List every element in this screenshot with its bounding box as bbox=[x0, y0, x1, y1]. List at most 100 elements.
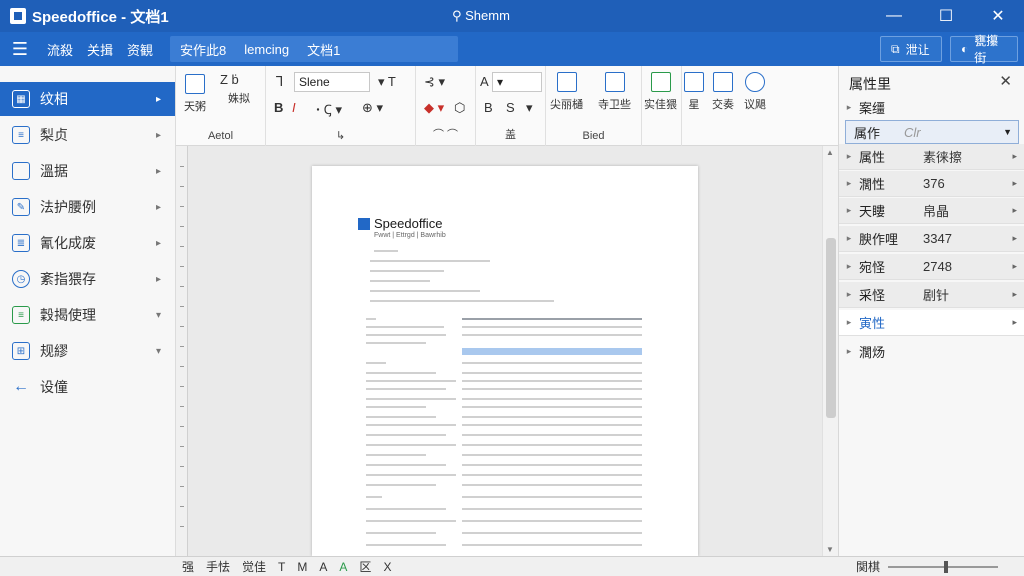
title-bar: Speedoffice - 文档1 ⚲ Shemm — ☐ ✕ bbox=[0, 0, 1024, 32]
status-item[interactable]: X bbox=[383, 560, 391, 574]
insert-page-button[interactable]: 寺卫些 bbox=[598, 72, 631, 112]
maximize-button[interactable]: ☐ bbox=[920, 0, 972, 32]
view-button-3[interactable]: 议飓 bbox=[744, 72, 766, 112]
sidebar-item-1[interactable]: ≡ 梨贞 ▸ bbox=[0, 118, 175, 152]
sidebar-item-label: 法护腰例 bbox=[40, 199, 96, 215]
hamburger-menu-icon[interactable]: ☰ bbox=[0, 32, 40, 66]
sheet-icon: ≡ bbox=[12, 306, 30, 324]
chevron-right-icon: ▸ bbox=[1012, 289, 1017, 299]
view-icon bbox=[684, 72, 704, 92]
view-button-1[interactable]: 星 bbox=[684, 72, 704, 112]
panel-close-icon[interactable]: ✕ bbox=[999, 72, 1012, 90]
doc-tab[interactable]: lemcing bbox=[244, 42, 289, 57]
document-page[interactable]: Speedoffice Fwwt | Ettrgd | Bawrhib bbox=[312, 166, 698, 556]
zoom-slider-track[interactable] bbox=[888, 566, 998, 568]
panel-row-3[interactable]: ▸ 天瞜 帛晶 ▸ bbox=[839, 198, 1024, 224]
sidebar-item-8[interactable]: ← 设僮 bbox=[0, 370, 175, 404]
status-item[interactable]: A bbox=[339, 560, 347, 574]
chevron-right-icon: ▸ bbox=[1012, 205, 1017, 215]
format-z-button[interactable]: Z ḃ bbox=[220, 72, 239, 87]
status-item[interactable]: A bbox=[319, 560, 327, 574]
panel-select[interactable]: 属作 Clr ▼ bbox=[845, 120, 1019, 144]
doc-tab[interactable]: 文档1 bbox=[307, 40, 340, 59]
menu-item[interactable]: 关揖 bbox=[80, 40, 120, 59]
sidebar-item-3[interactable]: ✎ 法护腰例 ▸ bbox=[0, 190, 175, 224]
panel-row-1[interactable]: ▸ 属性 素徕擦 ▸ bbox=[839, 144, 1024, 170]
panel-row-2[interactable]: ▸ 濶性 376 ▸ bbox=[839, 171, 1024, 197]
zoom-label: 関棋 bbox=[856, 560, 881, 574]
font-name-select[interactable]: Slene bbox=[294, 72, 370, 92]
panel-row-6[interactable]: ▸ 采怪 剧针 ▸ bbox=[839, 282, 1024, 308]
sidebar-item-5[interactable]: ◷ 紊指猥存 ▸ bbox=[0, 262, 175, 296]
chevron-right-icon: ▸ bbox=[1012, 178, 1017, 188]
fill-button[interactable]: ◆ ▾ bbox=[424, 100, 444, 116]
status-item[interactable]: 强 bbox=[182, 558, 194, 575]
panel-row-0[interactable]: ▸ 案缰 bbox=[839, 94, 1024, 120]
font-size-dropdown[interactable]: ▾ T bbox=[378, 74, 396, 90]
doc-logo-icon bbox=[358, 217, 370, 230]
status-item[interactable]: M bbox=[297, 560, 307, 574]
panel-row-5[interactable]: ▸ 宛怪 2748 ▸ bbox=[839, 254, 1024, 280]
ribbon-group-label: Aetol bbox=[207, 130, 234, 142]
style-select[interactable]: ▾ bbox=[492, 72, 542, 92]
close-button[interactable]: ✕ bbox=[972, 0, 1024, 32]
document-tabs: 安作此8 lemcing 文档1 bbox=[170, 36, 459, 62]
sidebar-item-label: 穀揭使理 bbox=[40, 307, 96, 323]
sidebar-item-0[interactable]: ▦ 纹相 ▸ bbox=[0, 82, 175, 116]
menu-item[interactable]: 资観 bbox=[120, 40, 160, 59]
scroll-thumb[interactable] bbox=[826, 238, 836, 418]
sidebar-item-6[interactable]: ≡ 穀揭使理 ▾ bbox=[0, 298, 175, 332]
zoom-slider-knob[interactable] bbox=[944, 561, 948, 573]
view-label-1: 星 bbox=[688, 99, 700, 111]
chevron-down-icon: ▾ bbox=[155, 345, 161, 357]
status-item[interactable]: 手怯 bbox=[206, 558, 230, 575]
line-spacing-button[interactable]: ⊰ ▾ bbox=[424, 74, 445, 90]
panel-row-key: 寅性 bbox=[859, 316, 886, 331]
paste-button[interactable]: 天粥 bbox=[184, 74, 206, 114]
window-title: Speedoffice - 文档1 bbox=[32, 8, 169, 26]
check-doc-icon bbox=[650, 72, 671, 92]
clear-format-icon[interactable]: ⬡ bbox=[454, 100, 465, 116]
panel-row-8[interactable]: ▸ 濶炀 bbox=[839, 338, 1024, 364]
chevron-down-icon: ▾ bbox=[155, 309, 161, 321]
ribbon-toolbar: 天粥 Z ḃ 姝拟 Aetol Ꞁ Slene ▾ T B I ꞏ Ꞔ ▾ ⊕ … bbox=[176, 66, 838, 146]
status-item[interactable]: 区 bbox=[359, 558, 371, 575]
menu-item[interactable]: 流殺 bbox=[40, 40, 80, 59]
scroll-down-icon[interactable]: ▼ bbox=[826, 545, 834, 554]
insert-table-button[interactable]: 尖丽樋 bbox=[550, 72, 583, 112]
status-item[interactable]: 觉佳 bbox=[242, 558, 266, 575]
style-s-button[interactable]: S bbox=[506, 100, 515, 115]
review-button[interactable]: 实佳猥 bbox=[644, 72, 677, 112]
format-button[interactable]: 姝拟 bbox=[228, 90, 250, 106]
panel-row-value: 剧针 bbox=[923, 288, 950, 303]
account-icon: ◐ bbox=[961, 42, 969, 56]
sidebar-item-4[interactable]: ≣ 氰化成废 ▸ bbox=[0, 226, 175, 260]
share-button[interactable]: ⧉ 泄让 bbox=[880, 36, 942, 62]
vertical-scrollbar[interactable]: ▲ ▼ bbox=[822, 146, 838, 556]
italic-button[interactable]: I bbox=[292, 100, 296, 115]
minimize-button[interactable]: — bbox=[868, 0, 920, 32]
sidebar-item-7[interactable]: ⊞ 规繆 ▾ bbox=[0, 334, 175, 368]
table-icon: ⊞ bbox=[12, 342, 30, 360]
sidebar-item-2[interactable]: 溫据 ▸ bbox=[0, 154, 175, 188]
bold-button[interactable]: B bbox=[274, 100, 283, 115]
ribbon-group-view: 星 交奏 议飓 bbox=[682, 66, 782, 146]
panel-row-7[interactable]: ▸ 寅性 ▸ bbox=[839, 310, 1024, 336]
status-item[interactable]: T bbox=[278, 560, 285, 574]
panel-row-4[interactable]: ▸ 腴作哩 3347 ▸ bbox=[839, 226, 1024, 252]
view-button-2[interactable]: 交奏 bbox=[712, 72, 734, 112]
highlight-button[interactable]: ⊕ ▾ bbox=[362, 100, 383, 116]
style-down-button[interactable]: ▾ bbox=[526, 100, 533, 116]
account-button[interactable]: ◐ 甕攥街 bbox=[950, 34, 1018, 65]
panel-row-key: 天瞜 bbox=[859, 204, 886, 219]
title-search[interactable]: ⚲ Shemm bbox=[452, 8, 510, 24]
panel-row-value: 帛晶 bbox=[923, 204, 950, 219]
sidebar-item-label: 氰化成废 bbox=[40, 235, 96, 251]
text-color-button[interactable]: ꞏ Ꞔ ▾ bbox=[316, 100, 342, 118]
style-b-button[interactable]: B bbox=[484, 100, 493, 115]
scroll-up-icon[interactable]: ▲ bbox=[826, 148, 834, 157]
sidebar-item-label: 设僮 bbox=[40, 379, 68, 395]
doc-tab[interactable]: 安作此8 bbox=[180, 40, 226, 59]
panel-row-value: 3347 bbox=[923, 231, 952, 246]
panel-row-key: 案缰 bbox=[859, 100, 886, 116]
